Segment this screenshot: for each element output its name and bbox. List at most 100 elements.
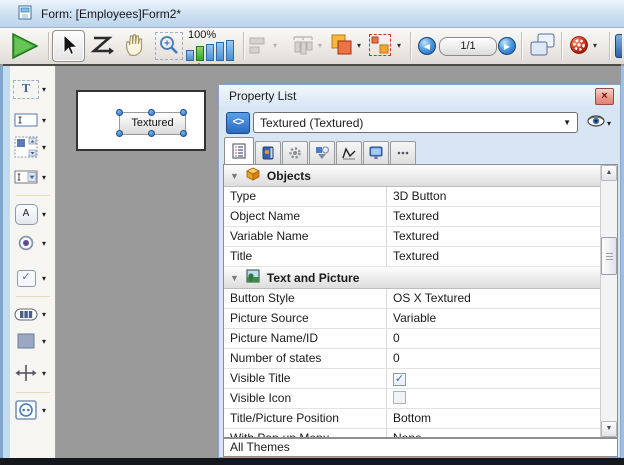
level-dropdown-arrow[interactable]: ▾ — [357, 42, 361, 50]
tool-rectangle[interactable]: ▾ — [10, 329, 56, 353]
selection-handle[interactable] — [116, 109, 123, 116]
hand-tool-button[interactable] — [121, 31, 149, 62]
tool-button[interactable]: A ▾ — [10, 202, 56, 226]
property-row[interactable]: Object NameTextured — [224, 207, 600, 227]
tool-dropdown-arrow[interactable]: ▾ — [42, 337, 46, 346]
tool-splitter[interactable]: ▾ — [10, 361, 56, 385]
execute-form-button[interactable] — [10, 32, 40, 63]
property-row[interactable]: Title/Picture PositionBottom — [224, 409, 600, 429]
scrollbar-thumb[interactable] — [601, 237, 617, 275]
property-row[interactable]: Number of states0 — [224, 349, 600, 369]
page-indicator[interactable]: 1/1 — [439, 37, 497, 56]
property-row[interactable]: Variable NameTextured — [224, 227, 600, 247]
splitter-icon — [10, 364, 42, 382]
visible-title-checkbox[interactable] — [393, 373, 406, 386]
tool-dropdown-arrow[interactable]: ▾ — [42, 274, 46, 283]
vertical-scrollbar[interactable]: ▲ ▼ — [600, 165, 617, 437]
close-icon[interactable]: × — [595, 88, 614, 105]
radio-button-icon — [10, 235, 42, 251]
group-dropdown-arrow[interactable]: ▾ — [397, 42, 401, 50]
magnifier-icon — [156, 48, 182, 62]
input-field-icon — [10, 113, 42, 127]
visible-icon-checkbox[interactable] — [393, 391, 406, 404]
main-toolbar: 100% ▾ ▾ ▾ ▾ ◀ 1/1 ▶ — [0, 28, 624, 65]
tool-checkbox[interactable]: ✓ ▾ — [10, 266, 56, 290]
level-button[interactable] — [331, 34, 353, 59]
tool-dropdown-arrow[interactable]: ▾ — [42, 369, 46, 378]
align-button — [249, 36, 269, 57]
property-row[interactable]: Picture SourceVariable — [224, 309, 600, 329]
tool-dropdown-arrow[interactable]: ▾ — [42, 310, 46, 319]
tab-line-chart[interactable] — [336, 141, 362, 164]
toolbar-separator — [48, 32, 50, 60]
property-row[interactable]: With Pop-up MenuNone — [224, 429, 600, 438]
tool-dropdown-arrow[interactable]: ▾ — [42, 116, 46, 125]
picture-icon — [246, 269, 260, 286]
tab-list[interactable] — [224, 137, 254, 164]
scroll-up-button[interactable]: ▲ — [601, 165, 617, 181]
tool-static-text[interactable]: T ▾ — [10, 77, 56, 101]
form-page-area[interactable]: Textured — [76, 90, 206, 151]
theme-filter-bar[interactable]: All Themes — [223, 438, 618, 457]
section-header-objects[interactable]: ▼ Objects — [224, 165, 600, 187]
property-list-window: Property List × <> Textured (Textured) ▼… — [218, 84, 621, 458]
section-header-text-and-picture[interactable]: ▼ Text and Picture — [224, 267, 600, 289]
object-navigator-button[interactable]: <> — [226, 112, 250, 134]
settings-button[interactable] — [569, 35, 589, 58]
main-area: T ▾ ▾ ▾ ▾ A ▾ ▾ — [0, 66, 624, 458]
zoom-tool-button[interactable] — [155, 32, 183, 60]
tab-monitor[interactable] — [363, 141, 389, 164]
tool-list-box[interactable]: ▾ — [10, 135, 56, 159]
tool-dropdown-arrow[interactable]: ▾ — [42, 143, 46, 152]
selection-handle[interactable] — [116, 130, 123, 137]
tool-combo-box[interactable]: ▾ — [10, 165, 56, 189]
tool-input-field[interactable]: ▾ — [10, 108, 56, 132]
object-selector-dropdown[interactable]: Textured (Textured) ▼ — [253, 112, 578, 133]
selection-handle[interactable] — [180, 130, 187, 137]
property-row[interactable]: TitleTextured — [224, 247, 600, 267]
selection-handle[interactable] — [180, 109, 187, 116]
property-row[interactable]: Visible Title — [224, 369, 600, 389]
selection-handle[interactable] — [148, 109, 155, 116]
cursor-arrow-icon — [53, 48, 82, 62]
entry-order-button[interactable] — [88, 31, 116, 62]
zoom-scale-control[interactable]: 100% — [186, 29, 240, 63]
tool-radio-button[interactable]: ▾ — [10, 231, 56, 255]
tool-dropdown-arrow[interactable]: ▾ — [42, 173, 46, 182]
hand-icon — [121, 48, 149, 62]
tool-dropdown-arrow[interactable]: ▾ — [42, 406, 46, 415]
tool-dropdown-arrow[interactable]: ▾ — [42, 239, 46, 248]
property-row[interactable]: Visible Icon — [224, 389, 600, 409]
tool-button-bar[interactable]: ▾ — [10, 302, 56, 326]
object-tool-palette: T ▾ ▾ ▾ ▾ A ▾ ▾ — [10, 66, 56, 458]
plugin-area-icon — [10, 400, 42, 420]
group-button[interactable] — [369, 34, 391, 56]
settings-dropdown-arrow[interactable]: ▾ — [593, 42, 597, 50]
form-pages-button[interactable] — [529, 33, 556, 61]
entry-order-z-icon — [88, 48, 116, 62]
tool-plugin-area[interactable]: ▾ — [10, 398, 56, 422]
eye-icon[interactable] — [587, 115, 605, 130]
pointer-tool-button[interactable] — [52, 30, 85, 62]
cascade-pages-icon — [529, 47, 556, 61]
tab-book[interactable] — [255, 141, 281, 164]
selection-handle[interactable] — [148, 130, 155, 137]
property-row[interactable]: Picture Name/ID0 — [224, 329, 600, 349]
scroll-down-button[interactable]: ▼ — [601, 421, 617, 437]
previous-page-button[interactable]: ◀ — [418, 37, 436, 55]
property-row[interactable]: Button StyleOS X Textured — [224, 289, 600, 309]
tab-shapes[interactable] — [309, 141, 335, 164]
property-list-titlebar[interactable]: Property List × — [219, 85, 620, 107]
property-row[interactable]: Type3D Button — [224, 187, 600, 207]
tool-dropdown-arrow[interactable]: ▾ — [42, 210, 46, 219]
next-page-button[interactable]: ▶ — [498, 37, 516, 55]
tab-gear[interactable] — [282, 141, 308, 164]
tab-more[interactable] — [390, 141, 416, 164]
toolbar-separator — [609, 32, 611, 60]
eye-dropdown-arrow[interactable]: ▾ — [607, 119, 611, 128]
toolbar-separator — [561, 32, 563, 60]
window-left-inset — [3, 66, 10, 458]
tool-dropdown-arrow[interactable]: ▾ — [42, 85, 46, 94]
window-titlebar: Form: [Employees]Form2* — [0, 0, 624, 28]
window-title: Form: [Employees]Form2* — [41, 7, 181, 21]
